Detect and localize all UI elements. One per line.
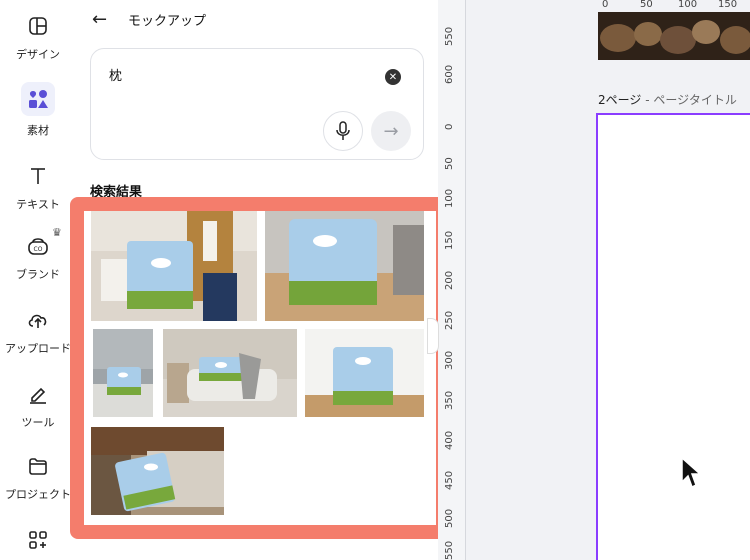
- search-box: ✕ →: [90, 48, 424, 160]
- design-canvas-area: 550 600 0 50 100 150 200 250 300 350 400…: [438, 0, 750, 560]
- mic-icon: [336, 121, 350, 140]
- mockup-thumbnail[interactable]: [305, 329, 424, 417]
- mockup-thumbnail[interactable]: [163, 329, 297, 417]
- results-highlight-frame: [70, 197, 450, 539]
- arrow-right-icon: →: [383, 120, 399, 142]
- sidebar-item-elements[interactable]: 素材: [0, 82, 76, 138]
- svg-text:CO: CO: [34, 246, 43, 253]
- sidebar-item-label: デザイン: [16, 48, 60, 61]
- sidebar-item-text[interactable]: テキスト: [0, 162, 76, 212]
- sidebar-item-label: テキスト: [16, 198, 60, 211]
- mockup-thumbnail[interactable]: [91, 211, 257, 321]
- shapes-icon: [21, 82, 55, 116]
- mockup-thumbnail[interactable]: [91, 427, 224, 515]
- page-number: 2ページ: [598, 93, 642, 107]
- sidebar-item-projects[interactable]: プロジェクト: [0, 452, 76, 502]
- left-rail: デザイン 素材 テキスト ♛ CO ブランド アップロード ツール プロジェクト: [0, 0, 76, 560]
- apps-icon: [24, 526, 52, 554]
- ruler-tick: 450: [444, 470, 455, 490]
- page-canvas[interactable]: [596, 113, 750, 560]
- ruler-tick: 0: [602, 0, 609, 10]
- sidebar-item-apps[interactable]: [0, 526, 76, 554]
- cloud-upload-icon: [24, 306, 52, 334]
- ruler-tick: 150: [444, 230, 455, 250]
- submit-search-button[interactable]: →: [371, 111, 411, 151]
- pen-tool-icon: [24, 380, 52, 408]
- crown-icon: ♛: [52, 226, 62, 239]
- sidebar-item-design[interactable]: デザイン: [0, 12, 76, 62]
- sidebar-item-label: 素材: [27, 124, 49, 137]
- previous-page-preview[interactable]: [598, 12, 750, 60]
- sidebar-item-upload[interactable]: アップロード: [0, 306, 76, 356]
- ruler-tick: 50: [444, 157, 455, 170]
- panel-header: ← モックアップ: [92, 8, 206, 30]
- back-arrow-icon[interactable]: ←: [92, 9, 116, 30]
- ruler-tick: 100: [678, 0, 698, 10]
- layout-icon: [24, 12, 52, 40]
- ruler-tick: 550: [444, 26, 455, 46]
- panel-title: モックアップ: [128, 13, 207, 29]
- ruler-tick: 550: [444, 540, 455, 560]
- sidebar-item-label: アップロード: [5, 342, 71, 355]
- mockup-thumbnail[interactable]: [265, 211, 424, 321]
- sidebar-item-label: ツール: [21, 416, 55, 429]
- sidebar-item-brand[interactable]: ♛ CO ブランド: [0, 226, 76, 282]
- sidebar-item-label: ブランド: [16, 268, 60, 281]
- text-icon: [24, 162, 52, 190]
- ruler-tick: 100: [444, 188, 455, 208]
- search-input[interactable]: [109, 67, 369, 82]
- ruler-tick: 350: [444, 390, 455, 410]
- folder-icon: [24, 452, 52, 480]
- ruler-tick: 500: [444, 508, 455, 528]
- page-label[interactable]: 2ページ - ページタイトル: [598, 91, 737, 108]
- panel-collapse-handle[interactable]: [427, 318, 439, 354]
- brand-icon: CO: [24, 232, 52, 260]
- mic-button[interactable]: [323, 111, 363, 151]
- sidebar-item-label: プロジェクト: [5, 488, 71, 501]
- mockup-thumbnail[interactable]: [93, 329, 153, 417]
- clear-icon[interactable]: ✕: [385, 69, 401, 85]
- vertical-ruler: 550 600 0 50 100 150 200 250 300 350 400…: [438, 0, 466, 560]
- ruler-tick: 250: [444, 310, 455, 330]
- ruler-tick: 150: [718, 0, 738, 10]
- page-title[interactable]: ページタイトル: [653, 93, 737, 107]
- mouse-cursor-icon: [680, 456, 702, 494]
- ruler-tick: 50: [640, 0, 653, 10]
- page-label-separator: -: [641, 93, 654, 107]
- ruler-tick: 400: [444, 430, 455, 450]
- horizontal-ruler: 0 50 100 150: [598, 0, 750, 12]
- ruler-tick: 0: [444, 123, 455, 130]
- ruler-tick: 600: [444, 64, 455, 84]
- sidebar-item-tools[interactable]: ツール: [0, 380, 76, 430]
- ruler-tick: 200: [444, 270, 455, 290]
- ruler-tick: 300: [444, 350, 455, 370]
